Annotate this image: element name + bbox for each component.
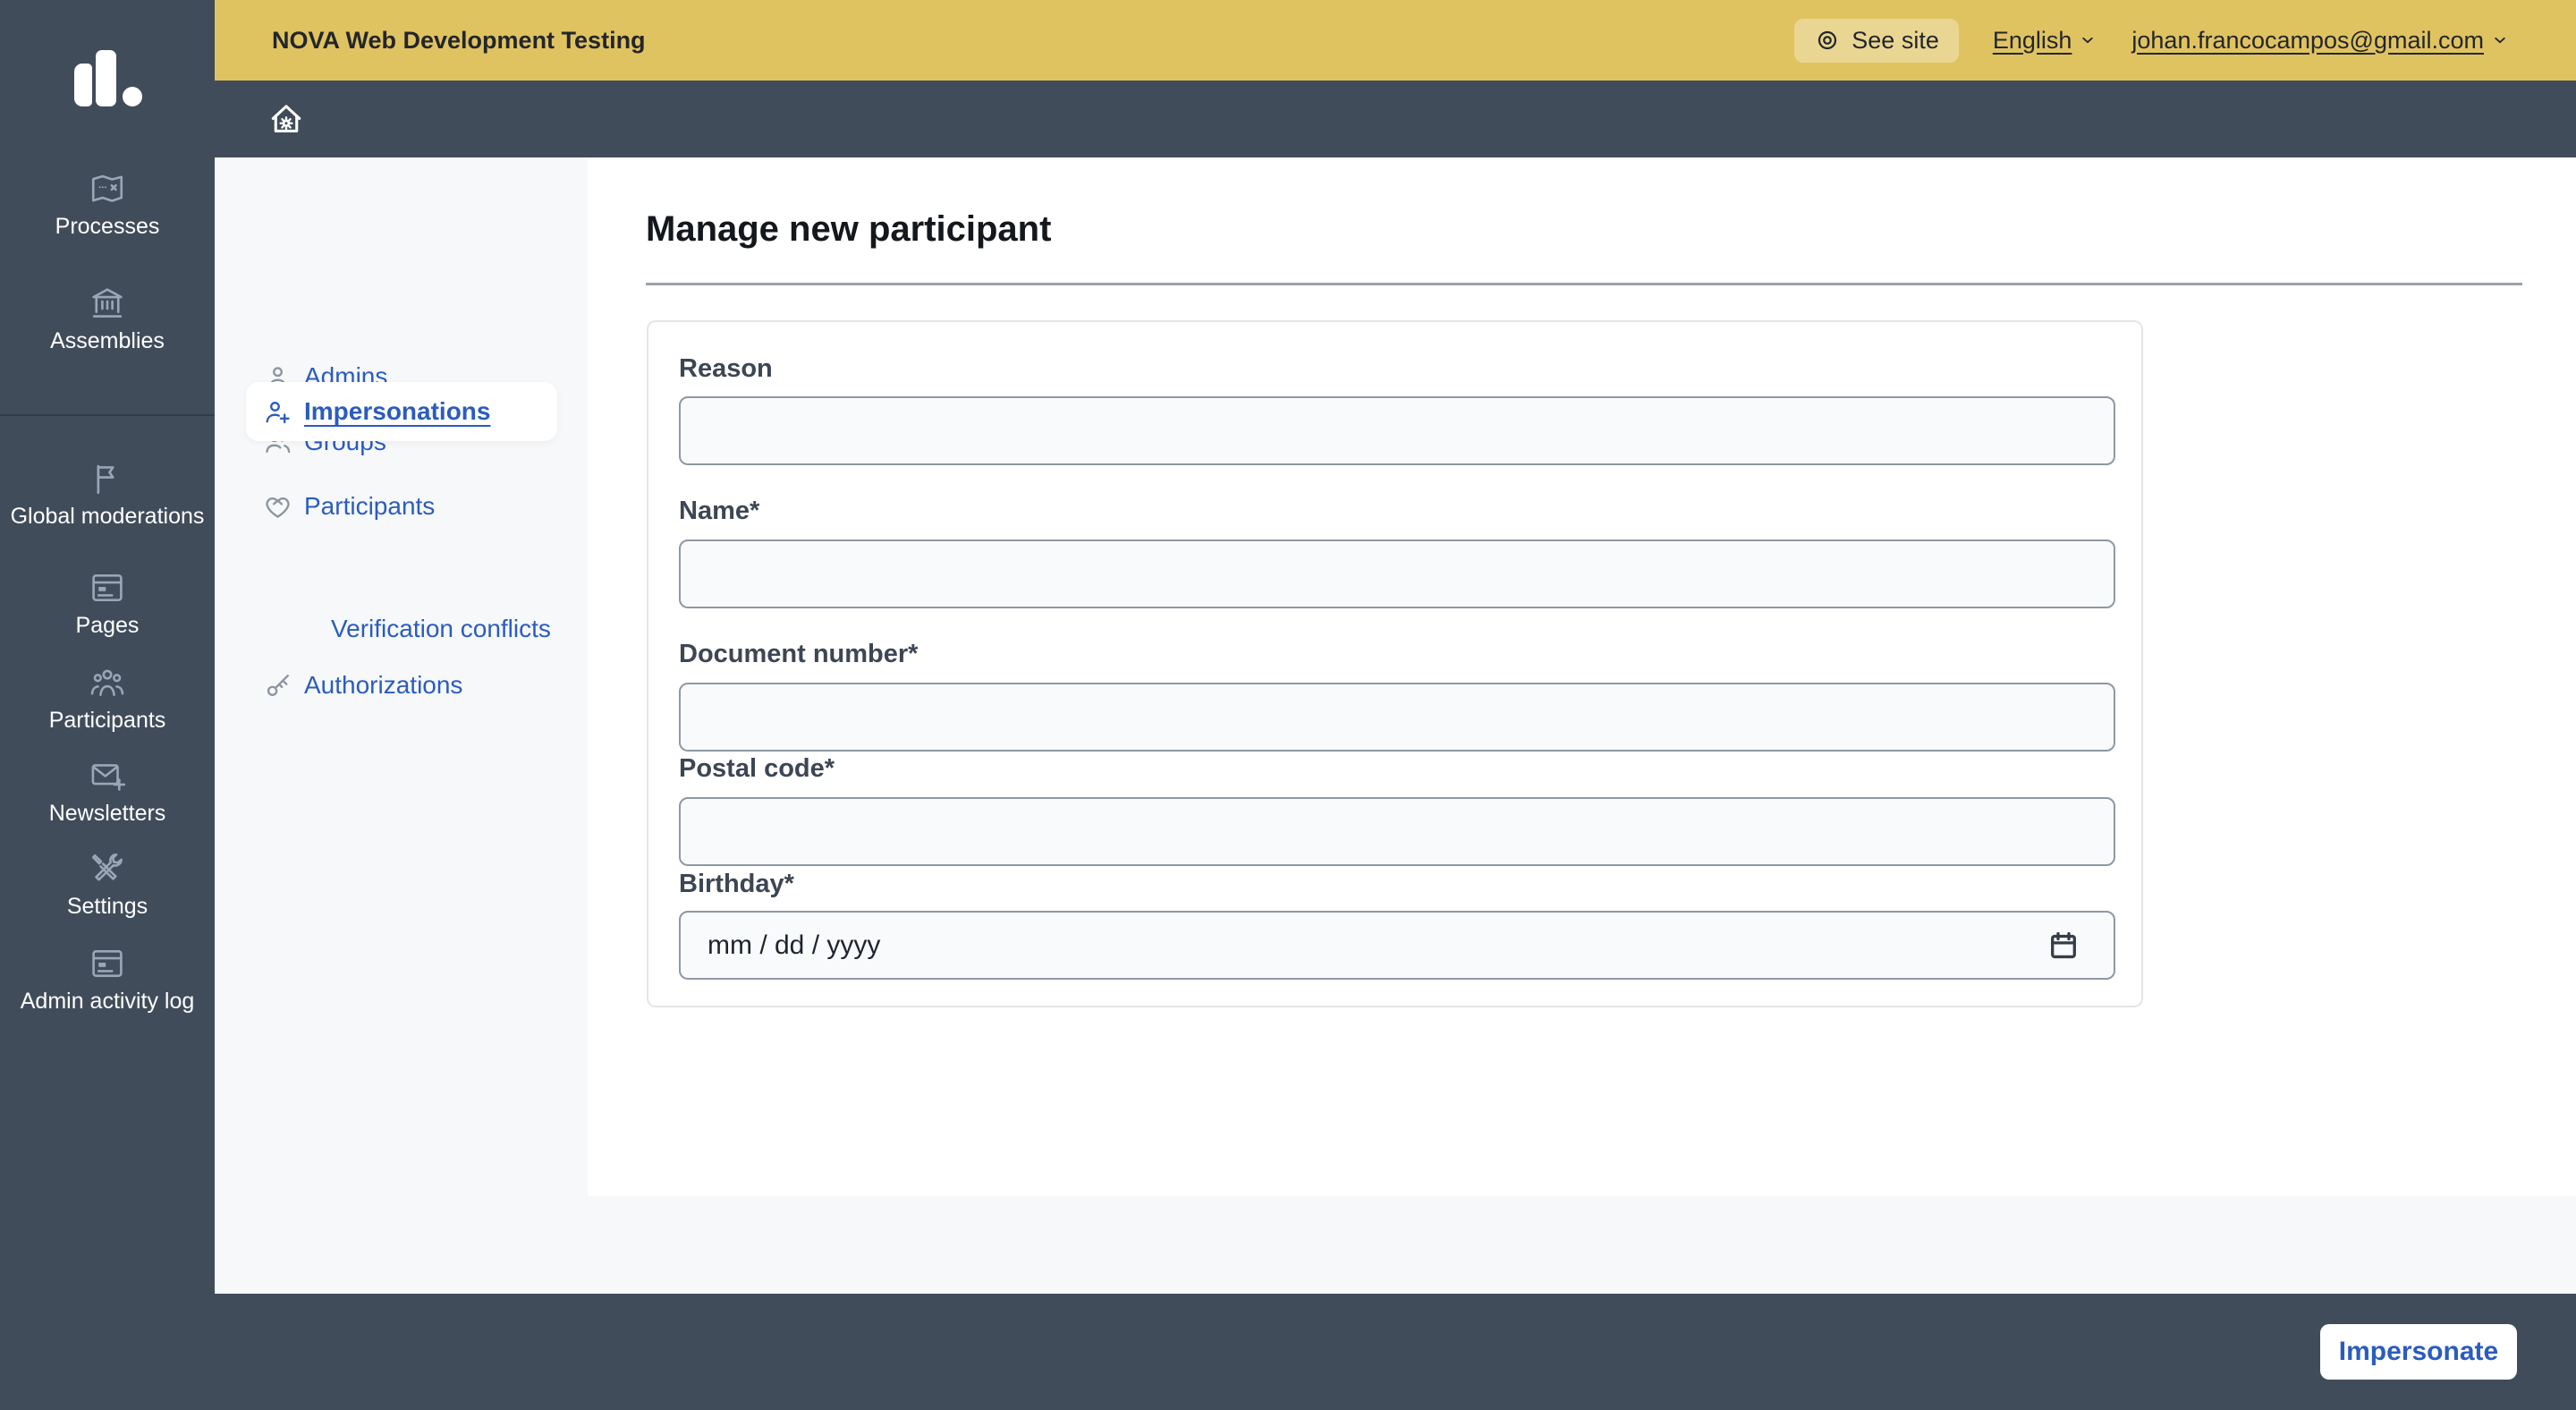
heart-icon: [266, 497, 290, 518]
mail-add-icon: [91, 764, 126, 791]
map-icon: [91, 174, 123, 202]
sidebar-item-participants[interactable]: Participants: [0, 664, 215, 734]
user-add-icon: [266, 401, 290, 423]
date-placeholder: mm / dd / yyyy: [708, 930, 881, 960]
main-content: Manage new participant Reason Name* Docu…: [588, 157, 2576, 1196]
user-account-menu[interactable]: johan.francocampos@gmail.com: [2131, 27, 2510, 55]
title-divider: [646, 283, 2522, 285]
reason-input[interactable]: [679, 396, 2115, 465]
home-gear-icon: [271, 105, 301, 132]
admin-home-button[interactable]: [267, 99, 306, 139]
admin-page: Processes Assemblies Global moderations: [0, 0, 2576, 1410]
user-email: johan.francocampos@gmail.com: [2131, 26, 2484, 54]
topbar-right-group: See site English johan.francocampos@gmai…: [1794, 18, 2510, 63]
submenu-item-participants[interactable]: Participants: [215, 487, 588, 526]
sidebar-item-assemblies[interactable]: Assemblies: [0, 285, 215, 354]
tools-icon: [91, 853, 123, 881]
see-site-label: See site: [1852, 26, 1939, 54]
government-building-icon: [92, 288, 123, 318]
name-label: Name*: [679, 497, 760, 525]
sidebar-item-label: Admin activity log: [20, 989, 195, 1014]
document-number-label: Document number*: [679, 640, 919, 668]
action-footer: Impersonate: [0, 1294, 2576, 1410]
sidebar-divider: [0, 414, 215, 416]
submenu-item-label: Participants: [304, 492, 436, 520]
sidebar-item-processes[interactable]: Processes: [0, 170, 215, 240]
logo-dot: [123, 87, 142, 106]
impersonate-button[interactable]: Impersonate: [2320, 1324, 2517, 1380]
sidebar-item-admin-activity-log[interactable]: Admin activity log: [0, 945, 215, 1015]
content-bottom-band: [588, 1196, 2576, 1294]
chevron-down-icon: [2082, 37, 2094, 44]
sidebar-item-label: Assemblies: [50, 328, 165, 353]
language-selector[interactable]: English: [1993, 27, 2098, 55]
birthday-date-input[interactable]: mm / dd / yyyy: [679, 911, 2115, 980]
sidebar-item-pages[interactable]: Pages: [0, 569, 215, 639]
sidebar-item-label: Participants: [48, 708, 166, 733]
logo-bar-short: [74, 64, 92, 106]
people-group-icon: [90, 669, 124, 696]
secondary-nav-bar: [215, 81, 2576, 157]
sidebar-item-label: Global moderations: [10, 504, 205, 529]
language-label: English: [1992, 26, 2072, 54]
sidebar-item-label: Newsletters: [48, 801, 166, 826]
submenu-item-label: Authorizations: [304, 671, 463, 699]
sidebar-item-settings[interactable]: Settings: [0, 850, 215, 920]
flag-icon: [97, 464, 114, 495]
eye-target-icon: [1818, 30, 1837, 50]
sidebar-item-label: Settings: [66, 894, 148, 919]
participants-submenu: Admins Groups Participants Impersonation…: [215, 157, 588, 1294]
submenu-item-impersonations[interactable]: Impersonations: [246, 382, 557, 441]
page-layout-icon: [92, 574, 123, 601]
chevron-down-icon: [2495, 37, 2505, 44]
sidebar-item-label: Pages: [75, 613, 140, 638]
page-title: Manage new participant: [646, 209, 1052, 249]
submenu-item-verification-conflicts[interactable]: Verification conflicts: [215, 609, 588, 649]
submenu-item-authorizations[interactable]: Authorizations: [215, 666, 588, 705]
submenu-item-label: Verification conflicts: [331, 615, 551, 642]
sidebar-item-label: Processes: [55, 214, 160, 239]
sidebar-item-global-moderations[interactable]: Global moderations: [0, 460, 215, 530]
impersonation-form-card: Reason Name* Document number* Postal cod…: [647, 320, 2143, 1007]
postal-code-label: Postal code*: [679, 754, 835, 783]
postal-code-input[interactable]: [679, 797, 2115, 866]
name-input[interactable]: [679, 539, 2115, 608]
reason-label: Reason: [679, 354, 773, 383]
birthday-label: Birthday*: [679, 870, 794, 898]
organization-title: NOVA Web Development Testing: [272, 26, 646, 54]
activity-log-icon: [92, 950, 123, 977]
app-logo[interactable]: [74, 50, 142, 106]
submenu-item-label: Impersonations: [304, 397, 491, 425]
calendar-icon[interactable]: [2047, 930, 2080, 962]
document-number-input[interactable]: [679, 683, 2115, 752]
sidebar-item-newsletters[interactable]: Newsletters: [0, 757, 215, 827]
top-bar: NOVA Web Development Testing See site En…: [215, 0, 2576, 81]
key-icon: [267, 674, 289, 696]
primary-sidebar: Processes Assemblies Global moderations: [0, 0, 215, 1294]
logo-bar-tall: [96, 50, 116, 106]
see-site-button[interactable]: See site: [1794, 18, 1959, 63]
